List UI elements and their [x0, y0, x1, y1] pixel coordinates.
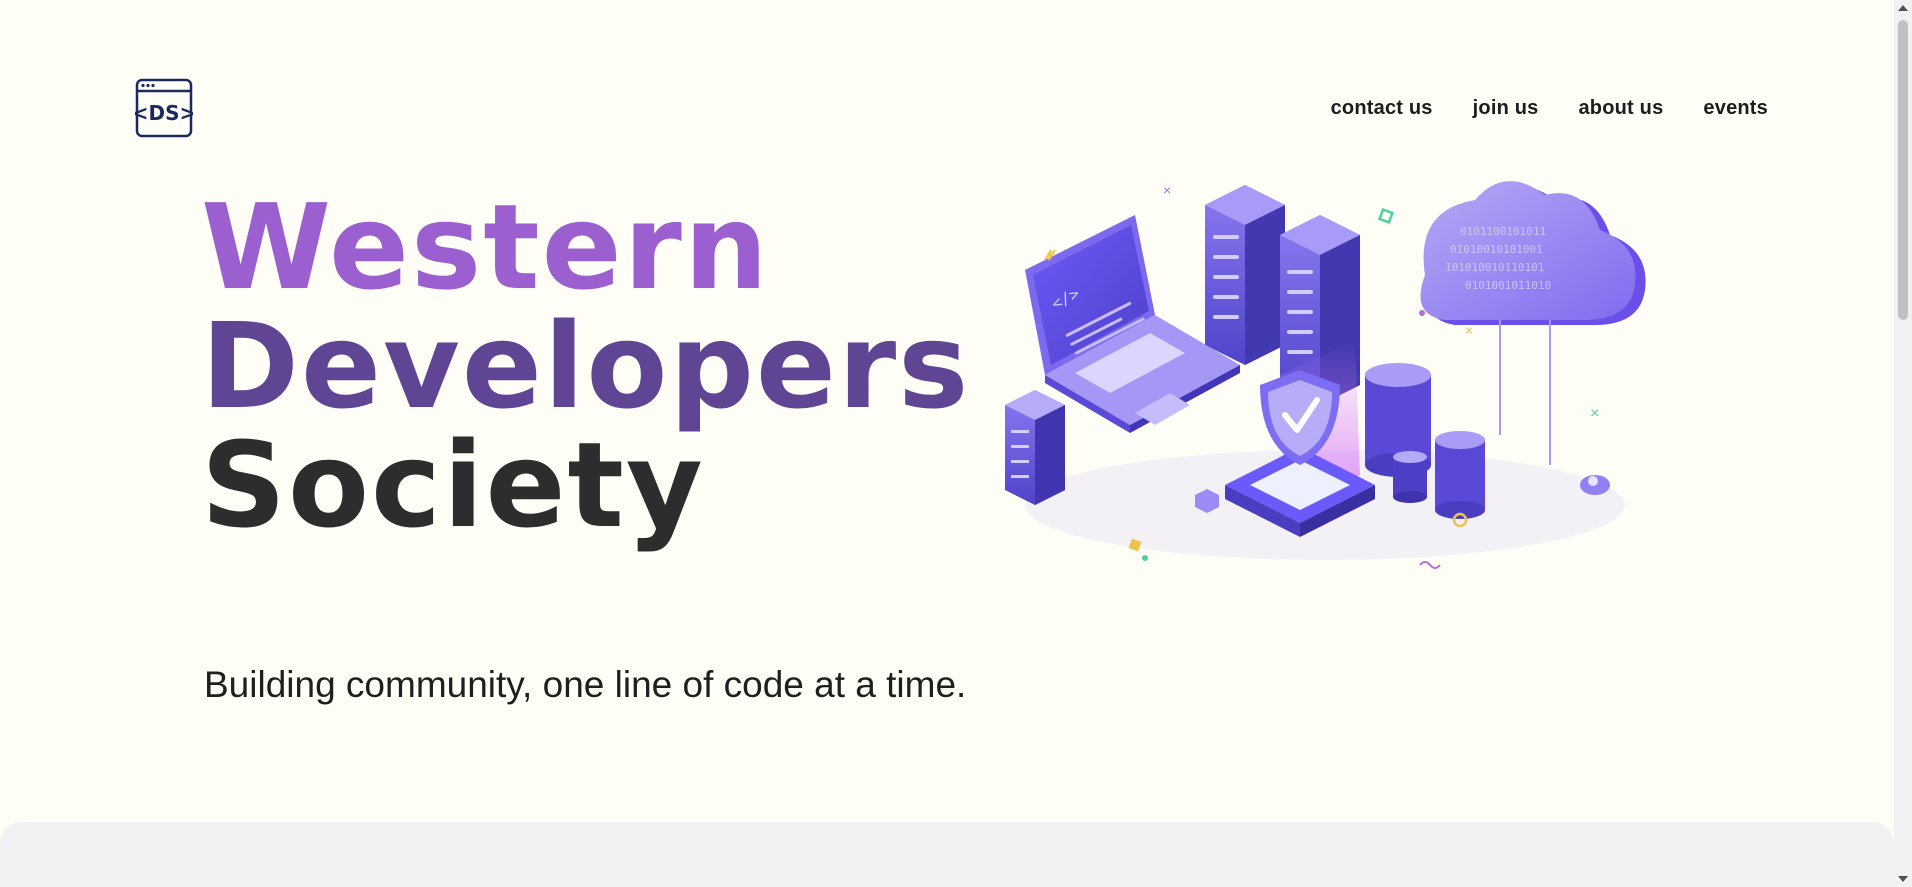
svg-text:0101001011010: 0101001011010	[1465, 279, 1551, 292]
svg-text:×: ×	[1465, 322, 1473, 338]
scroll-up-arrow-icon[interactable]	[1898, 5, 1908, 11]
logo-text: <DS>	[135, 101, 193, 125]
hero-title-line-3: Society	[201, 416, 705, 554]
hero-tagline: Building community, one line of code at …	[204, 664, 967, 705]
scrollbar-thumb[interactable]	[1898, 20, 1908, 320]
svg-text:01010010101001: 01010010101001	[1450, 243, 1543, 256]
page: <DS> contact us join us about us events …	[0, 0, 1894, 887]
main-nav: contact us join us about us events	[1331, 97, 1768, 120]
svg-text:×: ×	[1590, 405, 1599, 422]
vertical-scrollbar[interactable]	[1894, 0, 1912, 887]
site-logo[interactable]: <DS>	[132, 78, 196, 138]
hero-title: Western Developers Society	[201, 188, 970, 545]
scroll-down-arrow-icon[interactable]	[1898, 876, 1908, 882]
nav-events[interactable]: events	[1703, 97, 1768, 120]
shield-check-icon	[1225, 340, 1375, 537]
svg-text:0101100101011: 0101100101011	[1460, 225, 1546, 238]
isometric-datacenter-illustration: 0101100101011 01010010101001 10101001011…	[995, 154, 1660, 575]
svg-text:×: ×	[1163, 182, 1171, 198]
nav-contact-us[interactable]: contact us	[1331, 97, 1433, 120]
hero-title-line-1: Western	[201, 178, 770, 316]
cloud-icon: 0101100101011 01010010101001 10101001011…	[1420, 181, 1646, 465]
browser-window-code-icon: <DS>	[132, 78, 196, 138]
small-server-icon	[1005, 390, 1065, 505]
hero-title-line-2: Developers	[201, 297, 971, 435]
content-section-panel	[0, 822, 1894, 887]
nav-join-us[interactable]: join us	[1473, 97, 1539, 120]
nav-about-us[interactable]: about us	[1578, 97, 1663, 120]
svg-text:101010010110101: 101010010110101	[1445, 261, 1544, 274]
